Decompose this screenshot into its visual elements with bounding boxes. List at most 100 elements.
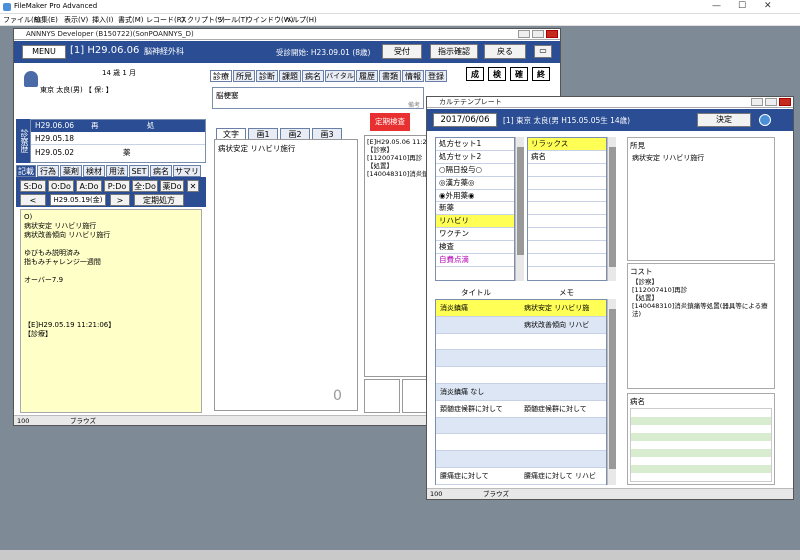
- date-field[interactable]: 2017/06/06: [433, 113, 497, 127]
- zoom-level[interactable]: 100: [430, 490, 442, 498]
- maximize-icon[interactable]: [532, 30, 544, 38]
- reception-button[interactable]: 受付: [382, 44, 422, 59]
- findings-text: 病状安定 リハビリ施行: [632, 154, 705, 162]
- confirm-button[interactable]: 指示確認: [430, 44, 478, 59]
- exam-button[interactable]: 検: [488, 67, 506, 81]
- mode-label[interactable]: ブラウズ: [483, 490, 509, 498]
- drug-do-button[interactable]: 薬Do: [160, 180, 184, 192]
- close-icon[interactable]: [779, 98, 791, 106]
- decide-button[interactable]: 決定: [697, 113, 751, 127]
- table-row[interactable]: [436, 350, 606, 368]
- table-row[interactable]: [436, 417, 606, 435]
- close-icon[interactable]: ✕: [764, 1, 772, 11]
- all-do-button[interactable]: 全:Do: [132, 180, 158, 192]
- tab-documents[interactable]: 書類: [379, 70, 401, 82]
- list-item-selected[interactable]: リハビリ: [436, 215, 514, 229]
- menu-view[interactable]: 表示(V): [64, 15, 88, 25]
- list-item[interactable]: 自費点滴: [436, 254, 514, 267]
- set-scrollbar[interactable]: [515, 137, 524, 281]
- prev-date-button[interactable]: <: [20, 194, 46, 206]
- tab-treatment[interactable]: 診療: [210, 70, 232, 82]
- attachment-slot[interactable]: [364, 379, 400, 413]
- tab-register[interactable]: 登録: [425, 70, 447, 82]
- tab-set[interactable]: SET: [129, 165, 149, 177]
- list-item[interactable]: 処方セット1: [436, 138, 514, 151]
- text-area[interactable]: 病状安定 リハビリ施行 0: [214, 139, 358, 411]
- tab-disease[interactable]: 病名: [302, 70, 324, 82]
- tab-action[interactable]: 行為: [37, 165, 59, 177]
- list-item[interactable]: ○隔日投与○: [436, 164, 514, 177]
- soap-note[interactable]: O) 病状安定 リハビリ施行 病状改善傾向 リハビリ施行 ゆびもみ説明済み 指も…: [20, 209, 202, 413]
- regular-exam-button[interactable]: 定期検査: [370, 113, 410, 131]
- regular-prescription-button[interactable]: 定期処方: [134, 194, 184, 206]
- settings-icon[interactable]: [759, 114, 771, 126]
- table-row[interactable]: [436, 367, 606, 384]
- chief-complaint[interactable]: 脳梗塞 備考: [212, 87, 424, 109]
- findings-panel[interactable]: 所見 病状安定 リハビリ施行: [627, 137, 775, 261]
- tab-drug[interactable]: 薬剤: [60, 165, 82, 177]
- menu-help[interactable]: ヘルプ(H): [285, 15, 317, 25]
- table-row[interactable]: [436, 333, 606, 351]
- minimize-icon[interactable]: [751, 98, 763, 106]
- zoom-level[interactable]: 100: [17, 417, 29, 425]
- table-row[interactable]: 頚髄症候群に対して 頚髄症候群に対して: [436, 400, 606, 418]
- menu-edit[interactable]: 編集(E): [34, 15, 58, 25]
- disease-panel[interactable]: 病名: [627, 393, 775, 485]
- menu-record[interactable]: レコード(R): [146, 15, 184, 25]
- close-icon[interactable]: ✕: [187, 180, 199, 192]
- list-item[interactable]: ワクチン: [436, 228, 514, 242]
- a-do-button[interactable]: A:Do: [76, 180, 102, 192]
- back-button[interactable]: 戻る: [484, 44, 526, 59]
- table-row[interactable]: 腰痛症に対して 腰痛症に対して リハビ: [436, 468, 606, 485]
- list-item[interactable]: 病名: [528, 151, 606, 164]
- date-field[interactable]: H29.05.19(金): [50, 194, 106, 206]
- tab-record[interactable]: 記載: [16, 165, 36, 177]
- next-date-button[interactable]: >: [110, 194, 130, 206]
- table-row[interactable]: 消炎鎮痛 なし: [436, 384, 606, 401]
- template-scrollbar[interactable]: [607, 299, 616, 485]
- tab-material[interactable]: 検材: [83, 165, 105, 177]
- list-item[interactable]: 新薬: [436, 202, 514, 216]
- visit-row[interactable]: H29.05.02 薬: [31, 146, 205, 159]
- table-row[interactable]: 病状改善傾向 リハビ: [436, 316, 606, 334]
- close-icon[interactable]: [546, 30, 558, 38]
- tab-info[interactable]: 情報: [402, 70, 424, 82]
- subset-scrollbar[interactable]: [607, 137, 616, 281]
- tab-issues[interactable]: 課題: [279, 70, 301, 82]
- tab-diagnosis[interactable]: 診断: [256, 70, 278, 82]
- menu-tools[interactable]: ツール(T): [217, 15, 248, 25]
- tab-findings[interactable]: 所見: [233, 70, 255, 82]
- minimize-icon[interactable]: —: [712, 1, 721, 11]
- table-row[interactable]: [436, 434, 606, 452]
- mode-label[interactable]: ブラウズ: [70, 417, 96, 425]
- list-item[interactable]: ◉外用薬◉: [436, 190, 514, 203]
- p-do-button[interactable]: P:Do: [104, 180, 130, 192]
- finish-button[interactable]: 終: [532, 67, 550, 81]
- tab-disease[interactable]: 病名: [150, 165, 172, 177]
- confirm-icon-button[interactable]: 確: [510, 67, 528, 81]
- menu-button[interactable]: MENU: [22, 45, 66, 59]
- completion-button[interactable]: 成: [466, 67, 484, 81]
- s-do-button[interactable]: S:Do: [20, 180, 46, 192]
- display-icon[interactable]: ▭: [534, 45, 552, 58]
- table-row[interactable]: 消炎鎮痛 病状安定 リハビリ施: [436, 300, 606, 317]
- tab-usage[interactable]: 用法: [106, 165, 128, 177]
- visit-row-current[interactable]: H29.06.06 再 処: [31, 120, 205, 132]
- tab-history[interactable]: 履歴: [356, 70, 378, 82]
- list-item[interactable]: 検査: [436, 241, 514, 255]
- o-do-button[interactable]: O:Do: [48, 180, 74, 192]
- disease-list[interactable]: [630, 408, 772, 482]
- menu-insert[interactable]: 挿入(I): [92, 15, 114, 25]
- maximize-icon[interactable]: ☐: [738, 1, 746, 11]
- minimize-icon[interactable]: [518, 30, 530, 38]
- list-item[interactable]: 処方セット2: [436, 151, 514, 164]
- menu-format[interactable]: 書式(M): [118, 15, 144, 25]
- table-row[interactable]: [436, 451, 606, 468]
- cost-panel[interactable]: コスト 【診察】 [112007410]再診 【処置】 [140048310]消…: [627, 263, 775, 389]
- visit-row[interactable]: H29.05.18: [31, 132, 205, 145]
- tab-summary[interactable]: サマリ: [173, 165, 201, 177]
- tab-vital[interactable]: バイタル: [325, 70, 355, 82]
- list-item-selected[interactable]: リラックス: [528, 138, 606, 151]
- list-item[interactable]: ◎漢方薬◎: [436, 177, 514, 190]
- maximize-icon[interactable]: [765, 98, 777, 106]
